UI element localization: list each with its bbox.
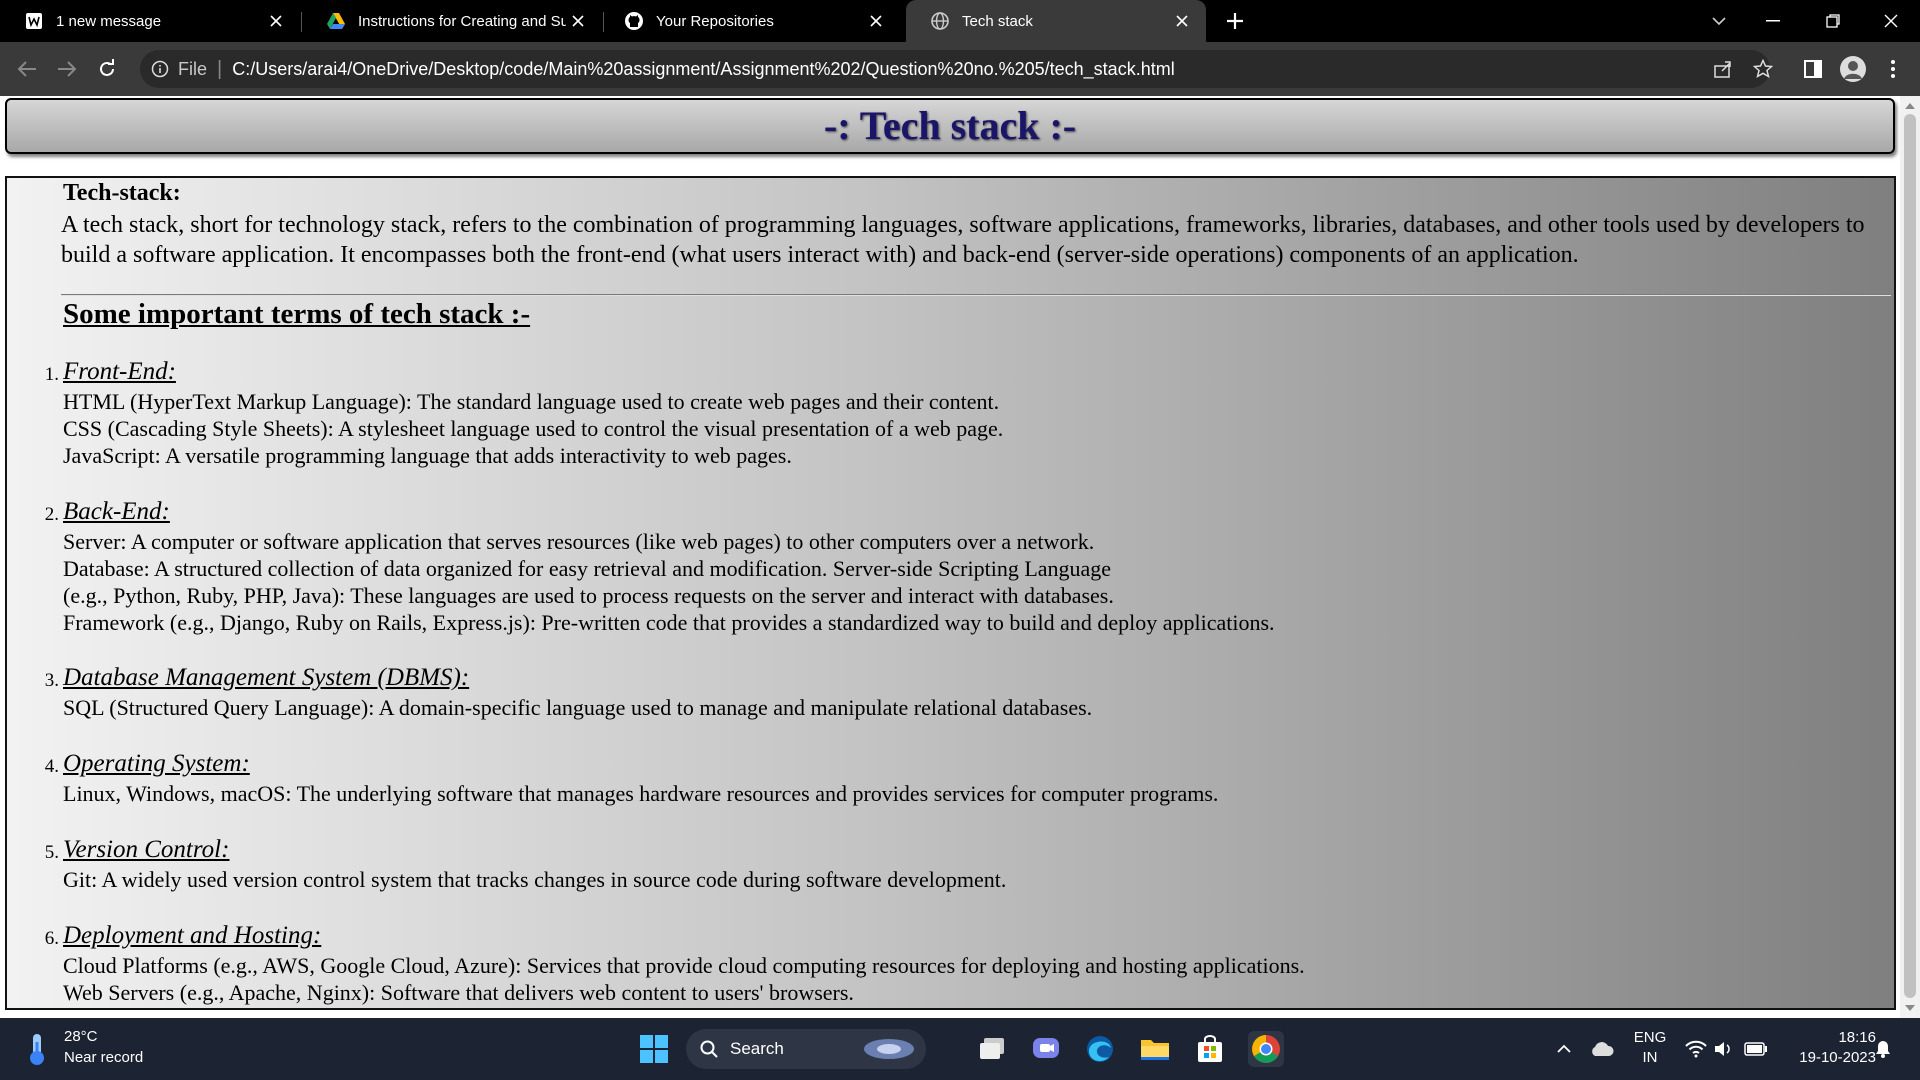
tab-title: Instructions for Creating and Sub [358, 12, 566, 30]
term-line: Web Servers (e.g., Apache, Nginx): Softw… [63, 980, 854, 1005]
back-button[interactable] [12, 54, 42, 84]
web-page: -: Tech stack :- Tech-stack: A tech stac… [0, 96, 1900, 1018]
browser-tab-strip: 1 new message Instructions for Creating … [0, 0, 1920, 42]
term-line: Framework (e.g., Django, Ruby on Rails, … [63, 610, 1275, 635]
term-heading: Database Management System (DBMS): [63, 664, 470, 691]
term-heading: Deployment and Hosting: [63, 922, 322, 949]
file-scheme-label: File [178, 58, 208, 79]
term-heading: Operating System: [63, 750, 250, 777]
task-view-icon[interactable] [974, 1031, 1010, 1067]
list-number: 3. [44, 670, 59, 691]
clock-time: 18:16 [1838, 1029, 1876, 1046]
thermometer-icon[interactable] [24, 1032, 50, 1066]
region-code: IN [1642, 1049, 1658, 1066]
clock-date: 19-10-2023 [1799, 1049, 1876, 1066]
restore-button[interactable] [1818, 6, 1848, 36]
term-line: Linux, Windows, macOS: The underlying so… [63, 781, 1219, 806]
github-icon [624, 11, 644, 31]
side-panel-icon[interactable] [1798, 54, 1828, 84]
content-panel: Tech-stack: A tech stack, short for tech… [5, 176, 1896, 1010]
close-icon[interactable] [566, 9, 590, 33]
clock[interactable]: 18:16 19-10-2023 [1780, 1028, 1876, 1068]
search-icon [700, 1040, 718, 1058]
list-number: 4. [44, 756, 59, 777]
term-heading: Version Control: [63, 836, 230, 863]
list-number: 5. [44, 842, 59, 863]
term-heading: Back-End: [63, 498, 170, 525]
info-icon[interactable] [150, 59, 170, 79]
menu-icon[interactable] [1878, 54, 1908, 84]
section-title: Tech-stack: [63, 180, 181, 206]
tab-search-icon[interactable] [1704, 6, 1734, 36]
close-icon[interactable] [1170, 9, 1194, 33]
volume-icon[interactable] [1706, 1031, 1742, 1067]
chrome-browser-icon[interactable] [1248, 1031, 1284, 1067]
term-heading: Front-End: [63, 358, 176, 385]
term-line: Git: A widely used version control syste… [63, 867, 1007, 892]
tab-repositories[interactable]: Your Repositories [600, 0, 900, 42]
tab-title: Your Repositories [656, 12, 774, 30]
page-title: -: Tech stack :- [823, 103, 1077, 148]
url-text[interactable]: C:/Users/arai4/OneDrive/Desktop/code/Mai… [232, 59, 1174, 80]
weather-temperature[interactable]: 28°C [64, 1028, 98, 1045]
page-header: -: Tech stack :- [5, 98, 1895, 154]
tab-title: Tech stack [962, 12, 1033, 30]
term-line: Server: A computer or software applicati… [63, 529, 1095, 554]
close-window-button[interactable] [1876, 6, 1906, 36]
microsoft-store-icon[interactable] [1192, 1031, 1228, 1067]
term-line: SQL (Structured Query Language): A domai… [63, 695, 1093, 720]
weather-note[interactable]: Near record [64, 1049, 143, 1066]
list-number: 6. [44, 928, 59, 949]
battery-icon[interactable] [1738, 1031, 1774, 1067]
windows-taskbar: 28°C Near record Search ENG IN 18:16 19-… [0, 1018, 1920, 1080]
teams-chat-icon[interactable] [1028, 1031, 1064, 1067]
search-highlight-icon [862, 1036, 916, 1062]
drive-icon [326, 11, 346, 31]
scroll-up-arrow-icon[interactable] [1900, 98, 1920, 114]
term-line: Database: A structured collection of dat… [63, 556, 1112, 581]
reload-button[interactable] [92, 54, 122, 84]
edge-browser-icon[interactable] [1082, 1031, 1118, 1067]
close-icon[interactable] [264, 9, 288, 33]
language-code: ENG [1633, 1029, 1667, 1046]
term-line: (e.g., Python, Ruby, PHP, Java): These l… [63, 583, 1114, 608]
windows-start-icon[interactable] [636, 1031, 672, 1067]
profile-avatar[interactable] [1838, 54, 1868, 84]
scroll-down-arrow-icon[interactable] [1900, 1000, 1920, 1016]
address-bar[interactable]: File | C:/Users/arai4/OneDrive/Desktop/c… [140, 50, 1770, 88]
divider [61, 294, 1891, 296]
tab-instructions[interactable]: Instructions for Creating and Sub [302, 0, 602, 42]
forward-button[interactable] [52, 54, 82, 84]
term-line: JavaScript: A versatile programming lang… [63, 443, 792, 468]
close-icon[interactable] [864, 9, 888, 33]
list-number: 1. [44, 364, 59, 385]
tab-mail[interactable]: 1 new message [0, 0, 300, 42]
language-indicator[interactable]: ENG IN [1630, 1028, 1670, 1068]
page-scrollbar[interactable] [1900, 96, 1920, 1018]
tab-tech-stack[interactable]: Tech stack [906, 0, 1206, 42]
mail-icon [24, 11, 44, 31]
browser-toolbar: File | C:/Users/arai4/OneDrive/Desktop/c… [0, 42, 1920, 96]
file-explorer-icon[interactable] [1137, 1031, 1173, 1067]
term-line: Cloud Platforms (e.g., AWS, Google Cloud… [63, 953, 1305, 978]
search-label: Search [730, 1039, 784, 1058]
separator: | [217, 57, 223, 80]
bookmark-star-icon[interactable] [1748, 54, 1778, 84]
scroll-thumb[interactable] [1904, 114, 1916, 998]
intro-paragraph: A tech stack, short for technology stack… [61, 212, 1865, 268]
notification-bell-icon[interactable] [1868, 1031, 1898, 1067]
globe-icon [930, 11, 950, 31]
new-tab-button[interactable] [1222, 8, 1248, 34]
list-number: 2. [44, 504, 59, 525]
onedrive-cloud-icon[interactable] [1584, 1031, 1620, 1067]
taskbar-search[interactable]: Search [686, 1029, 926, 1069]
terms-title: Some important terms of tech stack :- [63, 298, 531, 330]
term-line: CSS (Cascading Style Sheets): A styleshe… [63, 416, 1004, 441]
tab-title: 1 new message [56, 12, 162, 30]
minimize-button[interactable] [1758, 6, 1788, 36]
share-icon[interactable] [1708, 54, 1738, 84]
chevron-up-icon[interactable] [1546, 1031, 1582, 1067]
term-line: HTML (HyperText Markup Language): The st… [63, 389, 1000, 414]
